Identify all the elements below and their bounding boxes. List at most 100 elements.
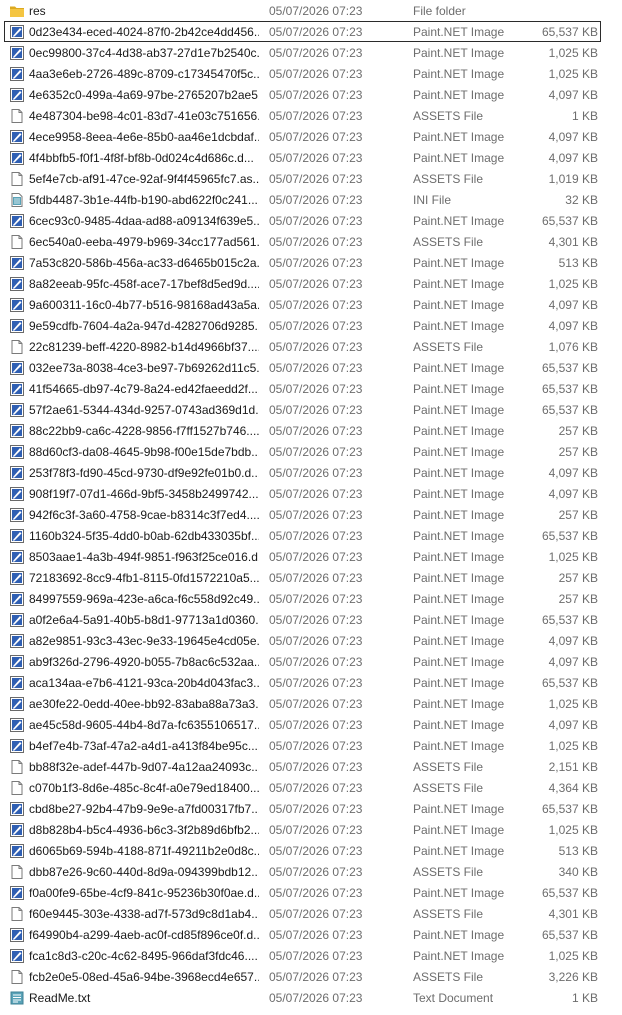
file-row[interactable]: dbb87e26-9c60-440d-8d9a-094399bdb12.... 0… [4,861,601,882]
file-date-modified: 05/07/2026 07:23 [269,928,363,942]
file-date-modified: 05/07/2026 07:23 [269,256,363,270]
file-row[interactable]: ae30fe22-0edd-40ee-bb92-83aba88a73a3....… [4,693,601,714]
file-row[interactable]: fca1c8d3-c20c-4c62-8495-966daf3fdc46....… [4,945,601,966]
file-date-modified: 05/07/2026 07:23 [269,235,363,249]
folder-icon [9,3,25,19]
file-size: 65,537 KB [541,886,598,900]
blank-file-icon [9,234,25,250]
paint-net-image-icon [9,276,25,292]
paint-net-image-icon [9,738,25,754]
file-date-modified: 05/07/2026 07:23 [269,214,363,228]
file-size: 257 KB [558,445,598,459]
file-row[interactable]: 8a82eeab-95fc-458f-ace7-17bef8d5ed9d....… [4,273,601,294]
paint-net-image-icon [9,360,25,376]
file-row[interactable]: ab9f326d-2796-4920-b055-7b8ac6c532aa....… [4,651,601,672]
file-row[interactable]: 5fdb4487-3b1e-44fb-b190-abd622f0c241....… [4,189,601,210]
paint-net-image-icon [9,381,25,397]
file-date-modified: 05/07/2026 07:23 [269,172,363,186]
file-row[interactable]: 4e6352c0-499a-4a69-97be-2765207b2ae5... 0… [4,84,601,105]
file-row[interactable]: d6065b69-594b-4188-871f-49211b2e0d8c....… [4,840,601,861]
file-name: f60e9445-303e-4338-ad7f-573d9c8d1ab4.... [29,907,259,921]
file-size: 2,151 KB [548,760,598,774]
file-row[interactable]: 6ec540a0-eeba-4979-b969-34cc177ad561... 0… [4,231,601,252]
file-name: c070b1f3-8d6e-485c-8c4f-a0e79ed18400.... [29,781,259,795]
paint-net-image-icon [9,213,25,229]
file-size: 1,025 KB [548,46,598,60]
file-row[interactable]: 0ec99800-37c4-4d38-ab37-27d1e7b2540c... 0… [4,42,601,63]
file-row[interactable]: 9e59cdfb-7604-4a2a-947d-4282706d9285....… [4,315,601,336]
file-row[interactable]: 41f54665-db97-4c79-8a24-ed42faeedd2f....… [4,378,601,399]
blank-file-icon [9,339,25,355]
blank-file-icon [9,780,25,796]
file-row[interactable]: d8b828b4-b5c4-4936-b6c3-3f2b89d6bfb2....… [4,819,601,840]
file-row[interactable]: b4ef7e4b-73af-47a2-a4d1-a413f84be95c....… [4,735,601,756]
file-row[interactable]: ReadMe.txt 05/07/2026 07:23 Text Document 1… [4,987,601,1008]
file-name: a82e9851-93c3-43ec-9e33-19645e4cd05e.... [29,634,259,648]
file-name: a0f2e6a4-5a91-40b5-b8d1-97713a1d0360.... [29,613,259,627]
file-date-modified: 05/07/2026 07:23 [269,991,363,1005]
file-row[interactable]: aca134aa-e7b6-4121-93ca-20b4d043fac3....… [4,672,601,693]
file-date-modified: 05/07/2026 07:23 [269,25,363,39]
file-date-modified: 05/07/2026 07:23 [269,67,363,81]
paint-net-image-icon [9,402,25,418]
file-size: 4,097 KB [548,130,598,144]
file-row[interactable]: 908f19f7-07d1-466d-9bf5-3458b2499742....… [4,483,601,504]
blank-file-icon [9,171,25,187]
blank-file-icon [9,969,25,985]
file-row[interactable]: f64990b4-a299-4aeb-ac0f-cd85f896ce0f.d..… [4,924,601,945]
file-size: 1,025 KB [548,67,598,81]
file-row[interactable]: 72183692-8cc9-4fb1-8115-0fd1572210a5....… [4,567,601,588]
file-row[interactable]: 4aa3e6eb-2726-489c-8709-c17345470f5c... 0… [4,63,601,84]
file-row[interactable]: a0f2e6a4-5a91-40b5-b8d1-97713a1d0360....… [4,609,601,630]
file-row[interactable]: 22c81239-beff-4220-8982-b14d4966bf37....… [4,336,601,357]
file-row[interactable]: a82e9851-93c3-43ec-9e33-19645e4cd05e....… [4,630,601,651]
blank-file-icon [9,759,25,775]
file-size: 4,097 KB [548,319,598,333]
paint-net-image-icon [9,633,25,649]
file-row[interactable]: fcb2e0e5-08ed-45a6-94be-3968ecd4e657....… [4,966,601,987]
paint-net-image-icon [9,612,25,628]
file-size: 65,537 KB [541,25,598,39]
file-size: 4,097 KB [548,88,598,102]
file-size: 1,025 KB [548,277,598,291]
file-row[interactable]: 4f4bbfb5-f0f1-4f8f-bf8b-0d024c4d686c.d..… [4,147,601,168]
file-name: 4e487304-be98-4c01-83d7-41e03c751656... [29,109,259,123]
file-row[interactable]: 8503aae1-4a3b-494f-9851-f963f25ce016.d..… [4,546,601,567]
file-row[interactable]: 1160b324-5f35-4dd0-b0ab-62db433035bf... 0… [4,525,601,546]
file-size: 65,537 KB [541,676,598,690]
file-row[interactable]: f60e9445-303e-4338-ad7f-573d9c8d1ab4....… [4,903,601,924]
file-row[interactable]: c070b1f3-8d6e-485c-8c4f-a0e79ed18400....… [4,777,601,798]
file-date-modified: 05/07/2026 07:23 [269,445,363,459]
file-row[interactable]: 942f6c3f-3a60-4758-9cae-b8314c3f7ed4....… [4,504,601,525]
file-name: 72183692-8cc9-4fb1-8115-0fd1572210a5.... [29,571,259,585]
file-name: 8a82eeab-95fc-458f-ace7-17bef8d5ed9d.... [29,277,259,291]
ini-file-icon [9,192,25,208]
file-size: 4,097 KB [548,655,598,669]
file-row[interactable]: 57f2ae61-5344-434d-9257-0743ad369d1d... 0… [4,399,601,420]
file-row[interactable]: 253f78f3-fd90-45cd-9730-df9e92fe01b0.d..… [4,462,601,483]
file-row[interactable]: 88c22bb9-ca6c-4228-9856-f7ff1527b746....… [4,420,601,441]
file-row[interactable]: 4e487304-be98-4c01-83d7-41e03c751656... 0… [4,105,601,126]
file-row[interactable]: 032ee73a-8038-4ce3-be97-7b69262d11c5... 0… [4,357,601,378]
file-row[interactable]: 5ef4e7cb-af91-47ce-92af-9f4f45965fc7.as.… [4,168,601,189]
file-row[interactable]: 7a53c820-586b-456a-ac33-d6465b015c2a... 0… [4,252,601,273]
file-row[interactable]: cbd8be27-92b4-47b9-9e9e-a7fd00317fb7....… [4,798,601,819]
file-size: 257 KB [558,424,598,438]
paint-net-image-icon [9,87,25,103]
file-row[interactable]: bb88f32e-adef-447b-9d07-4a12aa24093c....… [4,756,601,777]
file-row[interactable]: 84997559-969a-423e-a6ca-f6c558d92c49....… [4,588,601,609]
file-row[interactable]: f0a00fe9-65be-4cf9-841c-95236b30f0ae.d..… [4,882,601,903]
file-row[interactable]: ae45c58d-9605-44b4-8d7a-fc6355106517....… [4,714,601,735]
file-date-modified: 05/07/2026 07:23 [269,361,363,375]
paint-net-image-icon [9,150,25,166]
file-row[interactable]: 9a600311-16c0-4b77-b516-98168ad43a5a... 0… [4,294,601,315]
file-size: 65,537 KB [541,382,598,396]
file-row[interactable]: 88d60cf3-da08-4645-9b98-f00e15de7bdb... 0… [4,441,601,462]
file-row[interactable]: 0d23e434-eced-4024-87f0-2b42ce4dd456... 0… [4,21,601,42]
file-name: 88d60cf3-da08-4645-9b98-f00e15de7bdb... [29,445,259,459]
file-name: f0a00fe9-65be-4cf9-841c-95236b30f0ae.d..… [29,886,259,900]
folder-row[interactable]: res 05/07/2026 07:23 File folder [4,0,601,21]
file-row[interactable]: 6cec93c0-9485-4daa-ad88-a09134f639e5... 0… [4,210,601,231]
file-row[interactable]: 4ece9958-8eea-4e6e-85b0-aa46e1dcbdaf... 0… [4,126,601,147]
file-date-modified: 05/07/2026 07:23 [269,319,363,333]
